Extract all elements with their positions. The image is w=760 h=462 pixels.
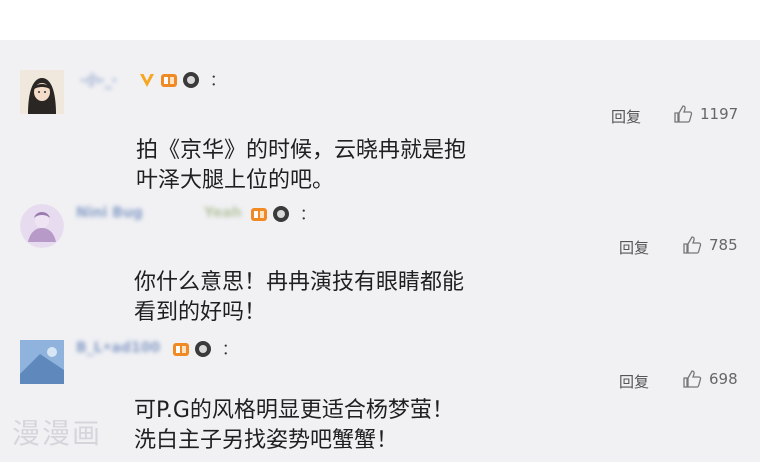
badge-group: ： <box>138 71 225 89</box>
comment-text-line: 看到的好吗！ <box>134 300 267 325</box>
username[interactable]: Nini Bug <box>76 205 143 221</box>
like-button[interactable]: 698 <box>682 369 738 389</box>
like-count: 785 <box>709 236 738 254</box>
comment-text: 拍《京华》的时候，云晓冉就是抱 叶泽大腿上位的吧。 <box>136 136 466 196</box>
v-badge-icon <box>140 74 154 87</box>
comment-text-line: 拍《京华》的时候，云晓冉就是抱 <box>136 138 467 163</box>
like-count: 1197 <box>700 105 739 123</box>
username-colon: ： <box>222 340 238 358</box>
comment-text-line: 洗白主子另找姿势吧蟹蟹！ <box>134 428 399 453</box>
level-badge-icon <box>161 74 177 87</box>
thumbs-up-icon <box>674 105 693 123</box>
emblem-badge-icon <box>273 206 289 222</box>
comment-text-line: 可P.G的风格明显更适合杨梦萤！ <box>134 398 454 423</box>
like-count: 698 <box>709 370 738 388</box>
comment-text: 你什么意思！冉冉演技有眼睛都能 看到的好吗！ <box>134 268 464 328</box>
comment-panel: ·小·_· ： 回复 1197 拍《京华》的时候，云晓冉就是抱 叶泽大腿上位的吧… <box>0 40 760 462</box>
level-badge-icon <box>251 208 267 221</box>
comment-text: 可P.G的风格明显更适合杨梦萤！ 洗白主子另找姿势吧蟹蟹！ <box>134 396 454 456</box>
emblem-badge-icon <box>183 72 199 88</box>
like-button[interactable]: 785 <box>682 235 738 255</box>
thumbs-up-icon <box>683 236 702 254</box>
badge-group: ： <box>172 340 237 358</box>
reply-button[interactable]: 回复 <box>619 371 649 392</box>
avatar[interactable] <box>20 204 64 248</box>
reply-button[interactable]: 回复 <box>611 106 641 127</box>
username[interactable]: B_L•ad100 <box>76 340 160 356</box>
emblem-badge-icon <box>195 341 211 357</box>
comment-text-line: 你什么意思！冉冉演技有眼睛都能 <box>134 270 465 295</box>
thumbs-up-icon <box>683 370 702 388</box>
username-colon: ： <box>300 205 316 223</box>
watermark: 漫漫画 <box>12 417 103 450</box>
username-suffix: Yeah <box>204 205 242 221</box>
badge-group: ： <box>250 205 315 223</box>
reply-button[interactable]: 回复 <box>619 237 649 258</box>
username[interactable]: ·小·_· <box>80 70 117 90</box>
comment-text-line: 叶泽大腿上位的吧。 <box>136 168 335 193</box>
level-badge-icon <box>173 343 189 356</box>
avatar[interactable] <box>20 70 64 114</box>
avatar[interactable] <box>20 340 64 384</box>
username-colon: ： <box>210 71 226 89</box>
like-button[interactable]: 1197 <box>673 104 738 124</box>
